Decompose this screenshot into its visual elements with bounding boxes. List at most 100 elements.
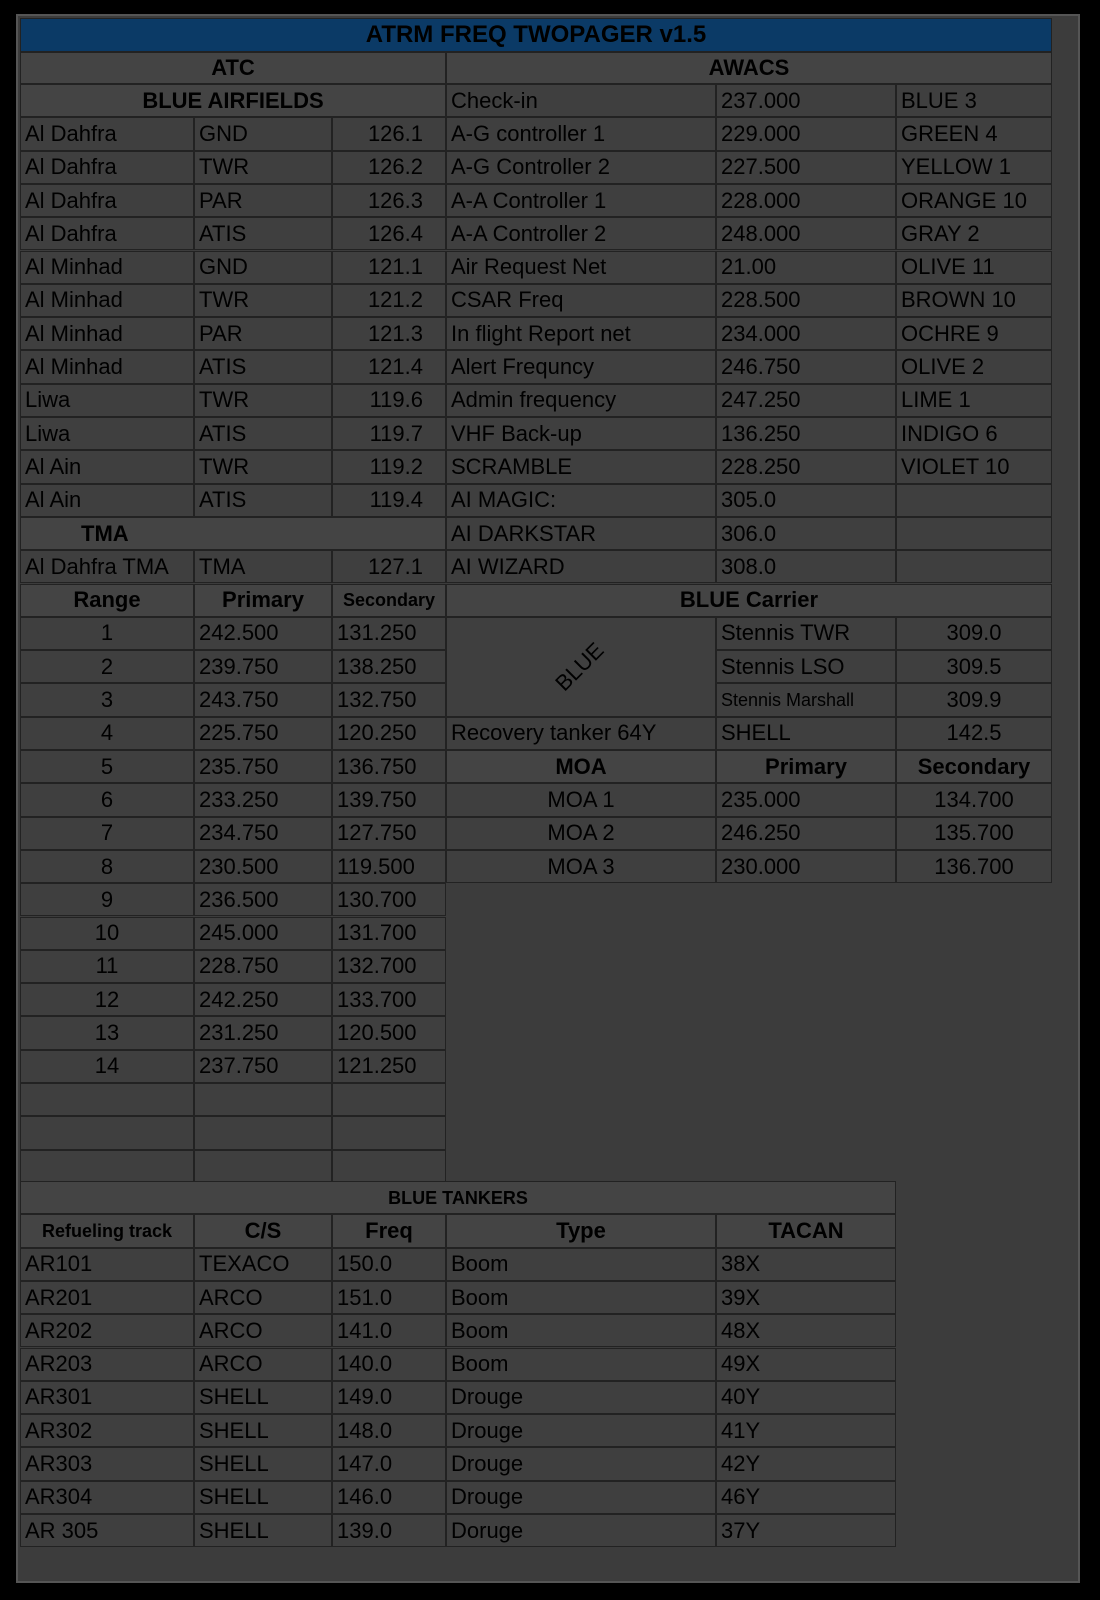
moa-secondary: 134.700 <box>896 783 1052 817</box>
awacs-callsign: OLIVE 11 <box>896 250 1052 284</box>
tanker-cell: Boom <box>446 1347 716 1381</box>
awacs-name: Check-in <box>446 84 716 118</box>
awacs-freq: 305.0 <box>716 483 896 517</box>
awacs-freq: 234.000 <box>716 317 896 351</box>
tanker-cell: Drouge <box>446 1447 716 1481</box>
airfield-service: GND <box>194 250 332 284</box>
tanker-cell: 150.0 <box>332 1247 446 1281</box>
moa-name: MOA 1 <box>446 783 716 817</box>
moa-secondary-header: Secondary <box>896 750 1052 784</box>
carrier-station: Stennis Marshall <box>716 683 896 717</box>
airfield-freq: 121.1 <box>332 250 446 284</box>
airfield-service: TWR <box>194 150 332 184</box>
range-secondary: 127.750 <box>332 816 446 850</box>
tankers-header: BLUE TANKERS <box>20 1181 896 1215</box>
range-secondary: 133.700 <box>332 983 446 1017</box>
moa-secondary: 136.700 <box>896 849 1052 884</box>
awacs-name: Alert Frequncy <box>446 350 716 384</box>
airfield-service: ATIS <box>194 417 332 451</box>
airfield-name: Al Ain <box>20 450 194 484</box>
range-number: 14 <box>20 1049 194 1083</box>
range-number: 11 <box>20 949 194 984</box>
airfield-service: ATIS <box>194 217 332 251</box>
range-primary: 228.750 <box>194 949 332 984</box>
range-secondary: 136.750 <box>332 750 446 784</box>
airfield-freq: 119.6 <box>332 383 446 417</box>
carrier-freq: 309.0 <box>896 616 1052 651</box>
tanker-cell: 48X <box>716 1314 896 1348</box>
tma-type: TMA <box>194 550 332 584</box>
airfield-name: Al Minhad <box>20 250 194 284</box>
empty-cell <box>20 1083 194 1117</box>
range-secondary: 131.700 <box>332 916 446 950</box>
recovery-tanker-freq: 142.5 <box>896 716 1052 750</box>
range-primary-header: Primary <box>194 583 332 617</box>
tanker-cell: 46Y <box>716 1480 896 1514</box>
airfield-name: Al Dahfra <box>20 117 194 151</box>
range-number: 13 <box>20 1016 194 1050</box>
awacs-callsign: ORANGE 10 <box>896 183 1052 218</box>
airfield-name: Al Dahfra <box>20 183 194 218</box>
awacs-name: A-A Controller 1 <box>446 183 716 218</box>
recovery-tanker-callsign: SHELL <box>716 716 896 750</box>
tanker-cell: SHELL <box>194 1480 332 1514</box>
empty-cell <box>20 1116 194 1150</box>
tanker-cell: 147.0 <box>332 1447 446 1481</box>
carrier-station: Stennis LSO <box>716 650 896 684</box>
tanker-cell: Boom <box>446 1314 716 1348</box>
tanker-cell: Drouge <box>446 1414 716 1448</box>
airfield-freq: 119.2 <box>332 450 446 484</box>
airfield-name: Al Minhad <box>20 350 194 384</box>
tanker-column-header: Type <box>446 1214 716 1248</box>
awacs-callsign: BROWN 10 <box>896 283 1052 318</box>
range-primary: 230.500 <box>194 849 332 884</box>
awacs-callsign: GRAY 2 <box>896 217 1052 251</box>
tanker-cell: 38X <box>716 1247 896 1281</box>
airfield-service: ATIS <box>194 483 332 517</box>
airfield-name: Al Dahfra <box>20 217 194 251</box>
awacs-freq: 136.250 <box>716 417 896 451</box>
tanker-cell: 49X <box>716 1347 896 1381</box>
tanker-cell: Drouge <box>446 1480 716 1514</box>
range-number: 5 <box>20 750 194 784</box>
airfield-service: ATIS <box>194 350 332 384</box>
awacs-name: AI DARKSTAR <box>446 516 716 551</box>
range-number: 4 <box>20 716 194 750</box>
airfield-freq: 121.4 <box>332 350 446 384</box>
awacs-freq: 227.500 <box>716 150 896 184</box>
tanker-cell: Boom <box>446 1247 716 1281</box>
range-number: 9 <box>20 883 194 917</box>
range-secondary: 139.750 <box>332 783 446 817</box>
awacs-freq: 228.250 <box>716 450 896 484</box>
carrier-freq: 309.9 <box>896 683 1052 717</box>
tanker-cell: AR101 <box>20 1247 194 1281</box>
moa-primary: 230.000 <box>716 849 896 884</box>
range-secondary: 138.250 <box>332 650 446 684</box>
airfield-freq: 119.7 <box>332 417 446 451</box>
tanker-cell: AR302 <box>20 1414 194 1448</box>
awacs-freq: 228.000 <box>716 183 896 218</box>
awacs-callsign: YELLOW 1 <box>896 150 1052 184</box>
range-primary: 225.750 <box>194 716 332 750</box>
awacs-name: Admin frequency <box>446 383 716 417</box>
airfield-freq: 126.1 <box>332 117 446 151</box>
atc-header: ATC <box>20 52 446 84</box>
moa-name: MOA 3 <box>446 849 716 884</box>
moa-secondary: 135.700 <box>896 816 1052 850</box>
awacs-name: AI WIZARD <box>446 550 716 584</box>
range-secondary: 131.250 <box>332 616 446 651</box>
airfield-service: TWR <box>194 283 332 318</box>
range-primary: 233.250 <box>194 783 332 817</box>
airfield-service: PAR <box>194 317 332 351</box>
airfield-freq: 119.4 <box>332 483 446 517</box>
recovery-tanker: Recovery tanker 64Y <box>446 716 716 750</box>
tanker-cell: 139.0 <box>332 1514 446 1548</box>
awacs-name: A-G Controller 2 <box>446 150 716 184</box>
airfield-freq: 121.2 <box>332 283 446 318</box>
carrier-station: Stennis TWR <box>716 616 896 651</box>
range-number: 7 <box>20 816 194 850</box>
tanker-cell: SHELL <box>194 1447 332 1481</box>
tanker-column-header: Freq <box>332 1214 446 1248</box>
airfield-service: TWR <box>194 450 332 484</box>
range-number: 12 <box>20 983 194 1017</box>
